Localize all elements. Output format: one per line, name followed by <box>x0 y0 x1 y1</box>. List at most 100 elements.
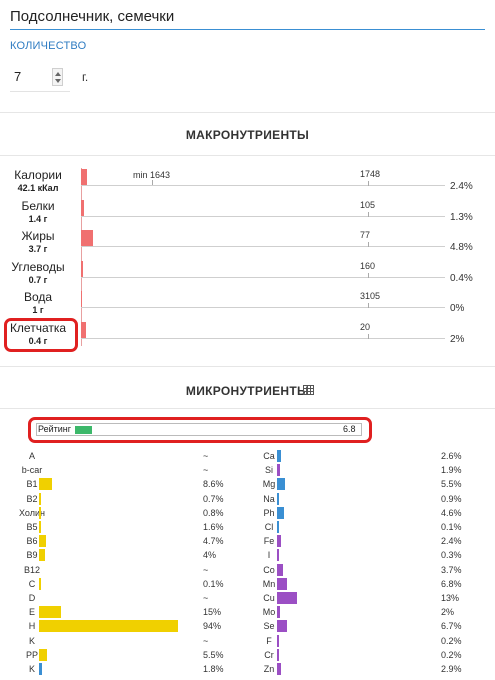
mineral-name: Mo <box>262 607 276 617</box>
vitamin-bar <box>39 606 61 618</box>
micro-row: B6 4.7% Fe 2.4% <box>0 534 495 549</box>
norm-tick <box>368 273 369 278</box>
mineral-bar <box>277 592 297 604</box>
macro-name: Вода 1 г <box>0 291 76 317</box>
mineral-name: I <box>267 550 271 560</box>
vitamin-name: b-car <box>21 465 43 475</box>
vitamin-bar <box>39 578 41 590</box>
mineral-bar <box>277 493 279 505</box>
vitamin-percent: 0.1% <box>203 579 224 589</box>
vitamin-percent: 4.7% <box>203 536 224 546</box>
macro-bar <box>81 261 83 277</box>
micro-row: PP 5.5% Cr 0.2% <box>0 648 495 663</box>
mineral-percent: 2% <box>441 607 455 617</box>
macro-bar <box>81 230 93 246</box>
mineral-percent: 2.4% <box>441 536 462 546</box>
quantity-stepper[interactable]: 7 <box>10 64 70 92</box>
macro-bar <box>81 291 82 307</box>
quantity-value[interactable]: 7 <box>14 69 21 84</box>
micro-row: K 1.8% Zn 2.9% <box>0 662 495 677</box>
mineral-bar <box>277 620 287 632</box>
vitamin-percent: ~ <box>203 636 209 646</box>
vitamin-bar <box>39 493 41 505</box>
mineral-percent: 0.3% <box>441 550 462 560</box>
macro-name: Калории 42.1 кКал <box>0 169 76 195</box>
mineral-percent: 0.9% <box>441 494 462 504</box>
mineral-bar <box>277 450 281 462</box>
vitamin-bar <box>39 507 41 519</box>
rating-label: Рейтинг <box>38 424 72 434</box>
vitamin-name: K <box>28 664 35 674</box>
vitamin-name: A <box>28 451 35 461</box>
rating-value: 6.8 <box>343 424 356 434</box>
norm-tick <box>368 181 369 186</box>
divider <box>0 366 495 367</box>
mineral-percent: 6.7% <box>441 621 462 631</box>
macro-row: Вода 1 г 3105 0% <box>0 290 495 320</box>
mineral-name: Na <box>263 494 275 504</box>
vitamin-percent: ~ <box>203 451 209 461</box>
micro-row: K ~ F 0.2% <box>0 634 495 649</box>
mineral-name: Ca <box>263 451 275 461</box>
macro-bar <box>81 200 84 216</box>
vitamin-name: D <box>28 593 36 603</box>
norm-label: 105 <box>360 200 376 210</box>
vitamin-bar <box>39 620 178 632</box>
vitamin-percent: ~ <box>203 565 209 575</box>
micro-row: B1 8.6% Mg 5.5% <box>0 477 495 492</box>
mineral-name: F <box>266 636 272 646</box>
vitamin-bar <box>39 535 46 547</box>
mineral-percent: 5.5% <box>441 479 462 489</box>
mineral-bar <box>277 464 280 476</box>
vitamin-name: B12 <box>23 565 40 575</box>
mineral-name: Zn <box>263 664 275 674</box>
table-icon[interactable] <box>303 385 314 395</box>
vitamin-name: C <box>28 579 36 589</box>
norm-tick <box>368 242 369 247</box>
macro-name: Жиры 3.7 г <box>0 230 76 256</box>
macro-axis <box>81 307 445 308</box>
mineral-name: Fe <box>263 536 275 546</box>
macro-amount: 3.7 г <box>28 244 48 254</box>
vitamin-name: B5 <box>26 522 38 532</box>
vitamin-percent: 0.8% <box>203 508 224 518</box>
mineral-percent: 2.6% <box>441 451 462 461</box>
micro-row: B2 0.7% Na 0.9% <box>0 492 495 507</box>
macro-amount: 0.7 г <box>28 275 48 285</box>
macro-percent: 2% <box>450 334 465 345</box>
mineral-percent: 3.7% <box>441 565 462 575</box>
mineral-bar <box>277 478 285 490</box>
macro-axis <box>81 246 445 247</box>
product-name-input[interactable] <box>10 4 485 30</box>
mineral-percent: 6.8% <box>441 579 462 589</box>
vitamin-name: Холин <box>19 508 45 518</box>
vitamin-name: B2 <box>26 494 38 504</box>
spinner-arrows-icon[interactable] <box>52 68 63 86</box>
vitamin-percent: 94% <box>203 621 222 631</box>
vitamin-percent: ~ <box>203 593 209 603</box>
mineral-percent: 2.9% <box>441 664 462 674</box>
macro-name: Белки 1.4 г <box>0 200 76 226</box>
macro-percent: 4.8% <box>450 242 473 253</box>
macro-name-label: Углеводы <box>11 260 65 274</box>
macro-row: Белки 1.4 г 105 1.3% <box>0 199 495 229</box>
vitamin-percent: ~ <box>203 465 209 475</box>
micro-row: Холин 0.8% Ph 4.6% <box>0 506 495 521</box>
mineral-bar <box>277 507 284 519</box>
macro-bar <box>81 169 87 185</box>
macro-percent: 1.3% <box>450 212 473 223</box>
macro-percent: 0.4% <box>450 273 473 284</box>
micro-row: B9 4% I 0.3% <box>0 548 495 563</box>
vitamin-percent: 1.6% <box>203 522 224 532</box>
divider <box>0 112 495 113</box>
rating-bar <box>75 426 92 434</box>
vitamin-percent: 0.7% <box>203 494 224 504</box>
vitamin-percent: 15% <box>203 607 222 617</box>
vitamin-bar <box>39 663 42 675</box>
norm-tick <box>368 303 369 308</box>
vitamin-percent: 8.6% <box>203 479 224 489</box>
vitamin-bar <box>39 521 41 533</box>
micro-row: b-car ~ Si 1.9% <box>0 463 495 478</box>
macro-axis <box>81 185 445 186</box>
norm-tick <box>368 212 369 217</box>
